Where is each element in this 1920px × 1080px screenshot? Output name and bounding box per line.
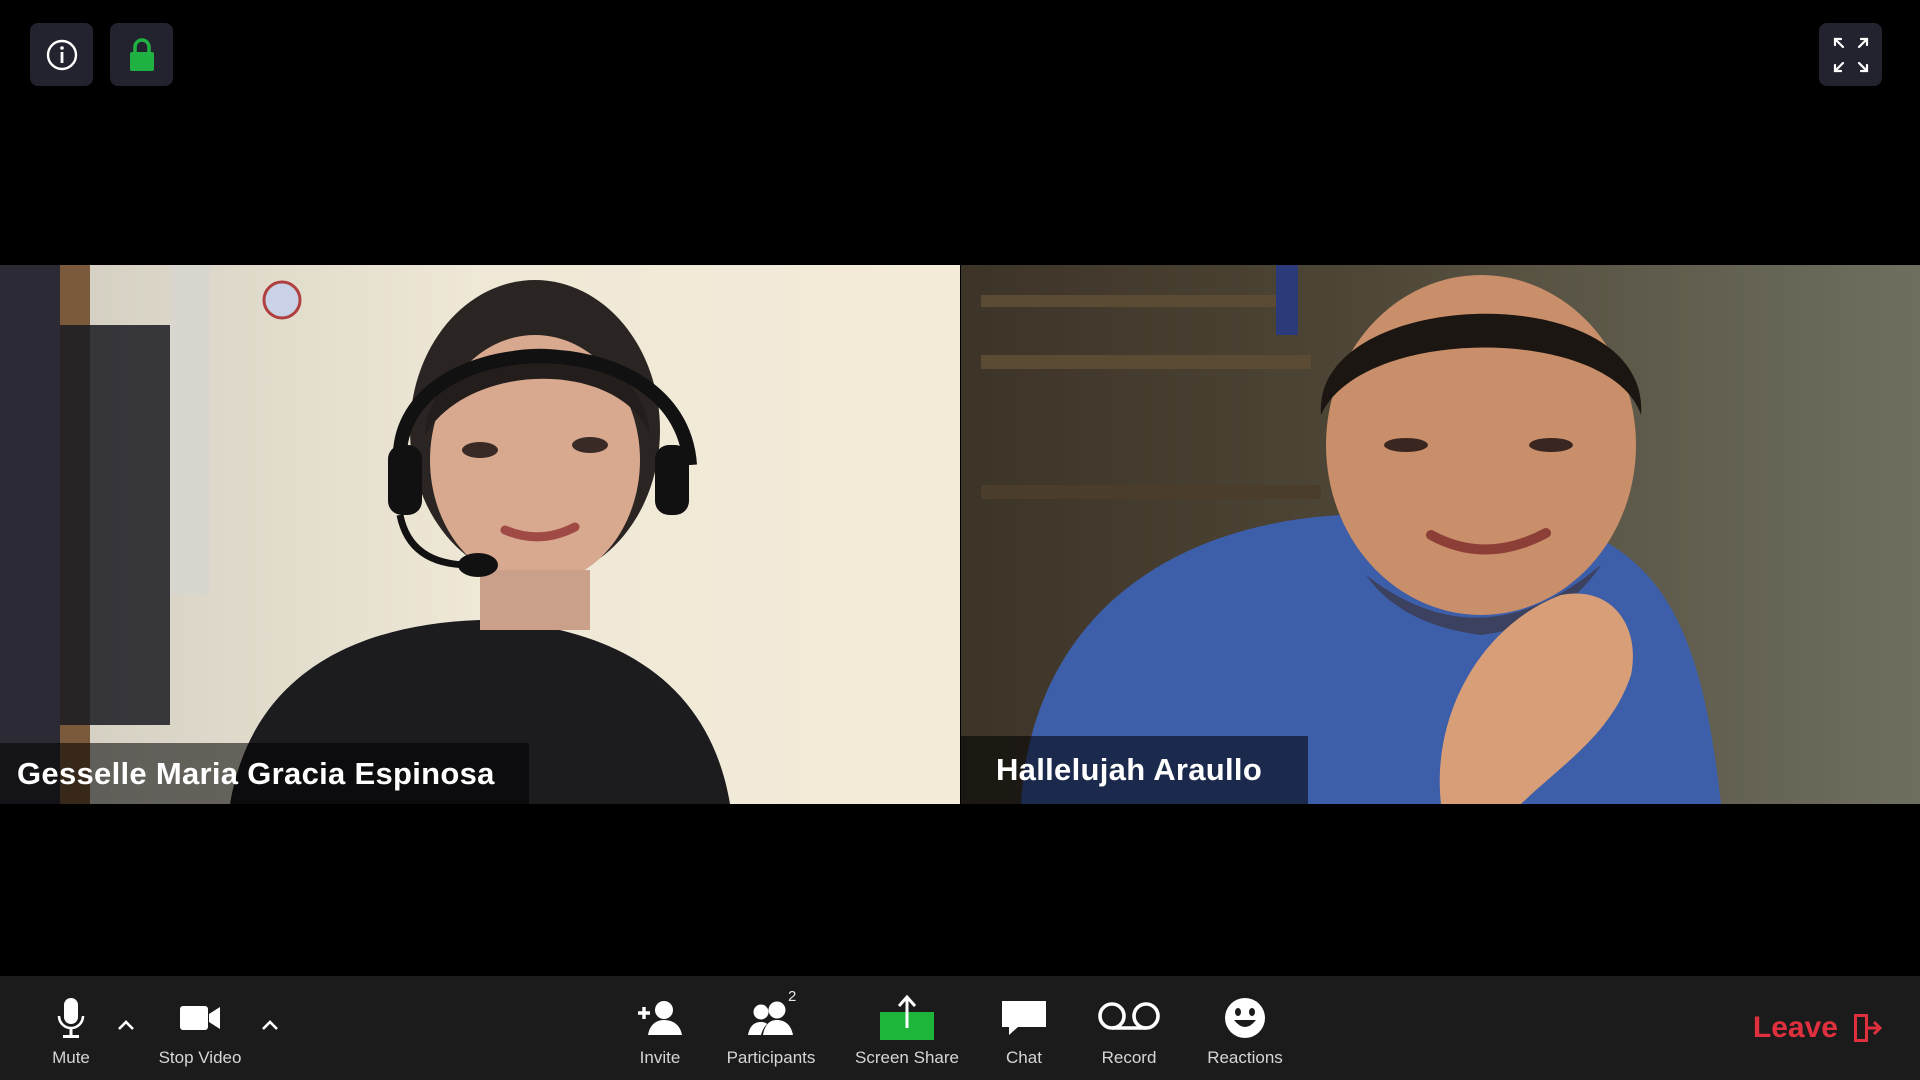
record-button[interactable]: Record xyxy=(1088,976,1170,1080)
zoom-meeting-window: Gesselle Maria Gracia Espinosa Halleluja… xyxy=(0,0,1920,1080)
invite-label: Invite xyxy=(639,1048,681,1067)
leave-label: Leave xyxy=(1752,1011,1838,1044)
participant-video-tile[interactable]: Hallelujah Araullo xyxy=(961,265,1920,804)
chat-button[interactable]: Chat xyxy=(990,976,1058,1080)
chevron-up-icon xyxy=(118,1020,134,1030)
mute-button[interactable]: Mute xyxy=(40,976,102,1080)
screen-share-icon xyxy=(880,994,934,1040)
record-label: Record xyxy=(1101,1048,1157,1067)
participants-label: Participants xyxy=(726,1048,816,1067)
participants-button[interactable]: Participants xyxy=(718,976,824,1080)
fullscreen-button[interactable] xyxy=(1819,23,1882,86)
stop-video-button[interactable]: Stop Video xyxy=(148,976,252,1080)
participants-count-badge: 2 xyxy=(788,988,797,1005)
smiley-face-icon xyxy=(1225,998,1265,1038)
video-camera-icon xyxy=(180,1006,220,1030)
chat-bubble-icon xyxy=(1002,1001,1046,1035)
screen-share-button[interactable]: Screen Share xyxy=(848,976,966,1080)
participant-video-feed xyxy=(0,265,960,804)
reactions-button[interactable]: Reactions xyxy=(1198,976,1292,1080)
invite-button[interactable]: Invite xyxy=(620,976,700,1080)
stop-video-label: Stop Video xyxy=(158,1048,242,1067)
participant-name-label: Gesselle Maria Gracia Espinosa xyxy=(0,743,529,804)
info-icon xyxy=(46,39,77,70)
leave-meeting-button[interactable]: Leave xyxy=(1753,1006,1882,1050)
meeting-toolbar: Mute Stop Video Invite Participants 2 Sc… xyxy=(0,976,1920,1080)
meeting-info-button[interactable] xyxy=(30,23,93,86)
reactions-label: Reactions xyxy=(1207,1048,1283,1067)
lock-icon xyxy=(129,37,154,71)
participant-name-label: Hallelujah Araullo xyxy=(961,736,1309,804)
participant-video-tile[interactable]: Gesselle Maria Gracia Espinosa xyxy=(0,265,960,804)
add-person-icon xyxy=(638,1001,682,1035)
mute-label: Mute xyxy=(52,1048,90,1067)
chevron-up-icon xyxy=(262,1020,278,1030)
record-icon xyxy=(1098,1002,1160,1030)
participant-video-feed xyxy=(961,265,1920,804)
video-options-button[interactable] xyxy=(255,1010,285,1040)
fullscreen-icon xyxy=(1833,37,1868,72)
exit-door-icon xyxy=(1854,1014,1882,1042)
audio-options-button[interactable] xyxy=(111,1010,141,1040)
encryption-lock-button[interactable] xyxy=(110,23,173,86)
screen-share-label: Screen Share xyxy=(855,1048,959,1067)
microphone-icon xyxy=(57,998,85,1038)
chat-label: Chat xyxy=(1006,1048,1042,1067)
